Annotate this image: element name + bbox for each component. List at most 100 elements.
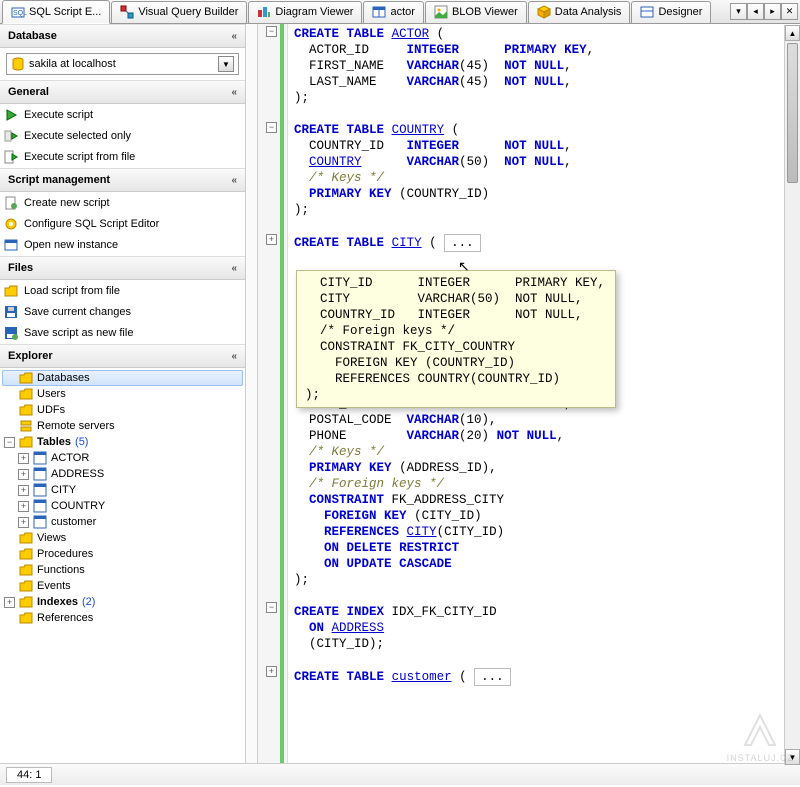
folder-icon: [19, 403, 33, 417]
expand-icon[interactable]: +: [18, 485, 29, 496]
chevron-down-icon[interactable]: ▼: [218, 56, 234, 72]
database-combo[interactable]: sakila at localhost ▼: [6, 53, 239, 75]
panel-files-head[interactable]: Files «: [0, 256, 245, 280]
fold-collapse-icon[interactable]: −: [266, 602, 277, 613]
collapse-icon[interactable]: «: [231, 31, 237, 42]
fold-collapse-icon[interactable]: −: [266, 122, 277, 133]
tab-visual-query-builder[interactable]: Visual Query Builder: [111, 1, 247, 23]
panel-explorer-head[interactable]: Explorer «: [0, 344, 245, 368]
create-new-script[interactable]: Create new script: [2, 194, 243, 212]
floppy-icon: [4, 305, 18, 319]
tree-table-city[interactable]: +CITY: [2, 482, 243, 498]
window-icon: [4, 238, 18, 252]
explorer-tree: Databases Users UDFs Remote servers −Tab…: [0, 368, 245, 628]
server-icon: [19, 419, 33, 433]
expand-icon[interactable]: +: [18, 453, 29, 464]
table-icon: [372, 5, 386, 19]
tree-table-customer[interactable]: +customer: [2, 514, 243, 530]
panel-database-head[interactable]: Database «: [0, 24, 245, 48]
svg-text:SQL: SQL: [13, 10, 27, 17]
database-combo-value: sakila at localhost: [29, 58, 116, 70]
fold-expand-icon[interactable]: +: [266, 666, 277, 677]
tab-designer[interactable]: Designer: [631, 1, 711, 23]
table-icon: [33, 499, 47, 513]
vertical-scrollbar[interactable]: ▲ ▼: [784, 25, 800, 765]
tab-label: Diagram Viewer: [275, 6, 353, 18]
folder-open-icon: [4, 284, 18, 298]
tree-table-country[interactable]: +COUNTRY: [2, 498, 243, 514]
database-icon: [11, 57, 25, 71]
tree-remote-servers[interactable]: Remote servers: [2, 418, 243, 434]
tree-table-address[interactable]: +ADDRESS: [2, 466, 243, 482]
play-file-icon: [4, 150, 18, 164]
floppy-new-icon: [4, 326, 18, 340]
collapse-icon[interactable]: «: [231, 175, 237, 186]
collapse-icon[interactable]: «: [231, 263, 237, 274]
diagram-icon: [257, 5, 271, 19]
table-icon: [33, 483, 47, 497]
tree-events[interactable]: Events: [2, 578, 243, 594]
tree-procedures[interactable]: Procedures: [2, 546, 243, 562]
tree-tables[interactable]: −Tables (5): [2, 434, 243, 450]
collapse-icon[interactable]: «: [231, 351, 237, 362]
tab-next-button[interactable]: ▸: [764, 3, 781, 20]
save-script-as-new-file[interactable]: Save script as new file: [2, 324, 243, 342]
save-current-changes[interactable]: Save current changes: [2, 303, 243, 321]
vqb-icon: [120, 5, 134, 19]
tab-label: SQL Script E...: [29, 6, 101, 18]
play-partial-icon: [4, 129, 18, 143]
sql-icon: SQL: [11, 5, 25, 19]
fold-collapse-icon[interactable]: −: [266, 26, 277, 37]
tree-views[interactable]: Views: [2, 530, 243, 546]
collapse-icon[interactable]: −: [4, 437, 15, 448]
gear-icon: [4, 217, 18, 231]
panel-general-head[interactable]: General «: [0, 80, 245, 104]
scroll-up-button[interactable]: ▲: [785, 25, 800, 41]
folder-icon: [19, 531, 33, 545]
tab-close-button[interactable]: ✕: [781, 3, 798, 20]
watermark: INSTALUJ.CZ: [727, 709, 794, 763]
cursor-position: 44: 1: [6, 767, 52, 783]
tab-actor[interactable]: actor: [363, 1, 423, 23]
tab-label: BLOB Viewer: [452, 6, 518, 18]
blob-icon: [434, 5, 448, 19]
tree-references[interactable]: References: [2, 610, 243, 626]
editor-gutter: − − + − +: [258, 24, 288, 763]
cube-icon: [537, 5, 551, 19]
tab-label: Data Analysis: [555, 6, 622, 18]
tab-label: actor: [390, 6, 414, 18]
panel-scriptmgmt-head[interactable]: Script management «: [0, 168, 245, 192]
tab-diagram-viewer[interactable]: Diagram Viewer: [248, 1, 362, 23]
tree-table-actor[interactable]: +ACTOR: [2, 450, 243, 466]
execute-script-from-file[interactable]: Execute script from file: [2, 148, 243, 166]
fold-expand-icon[interactable]: +: [266, 234, 277, 245]
tree-users[interactable]: Users: [2, 386, 243, 402]
tree-databases[interactable]: Databases: [2, 370, 243, 386]
tab-prev-button[interactable]: ◂: [747, 3, 764, 20]
execute-selected-only[interactable]: Execute selected only: [2, 127, 243, 145]
execute-script[interactable]: Execute script: [2, 106, 243, 124]
folder-icon: [19, 435, 33, 449]
editor-ruler: [246, 24, 258, 763]
folder-icon: [19, 579, 33, 593]
tree-udfs[interactable]: UDFs: [2, 402, 243, 418]
tab-blob-viewer[interactable]: BLOB Viewer: [425, 1, 527, 23]
new-script-icon: [4, 196, 18, 210]
tab-sql-script-editor[interactable]: SQL SQL Script E...: [2, 0, 110, 24]
expand-icon[interactable]: +: [18, 501, 29, 512]
panel-title: Database: [8, 30, 57, 42]
tree-functions[interactable]: Functions: [2, 562, 243, 578]
expand-icon[interactable]: +: [18, 469, 29, 480]
collapse-icon[interactable]: «: [231, 87, 237, 98]
table-icon: [33, 467, 47, 481]
scroll-thumb[interactable]: [787, 43, 798, 183]
expand-icon[interactable]: +: [4, 597, 15, 608]
configure-sql-script-editor[interactable]: Configure SQL Script Editor: [2, 215, 243, 233]
cursor-icon: ↖: [458, 258, 470, 275]
tree-indexes[interactable]: +Indexes (2): [2, 594, 243, 610]
tab-data-analysis[interactable]: Data Analysis: [528, 1, 631, 23]
expand-icon[interactable]: +: [18, 517, 29, 528]
tab-dropdown-button[interactable]: ▾: [730, 3, 747, 20]
load-script-from-file[interactable]: Load script from file: [2, 282, 243, 300]
open-new-instance[interactable]: Open new instance: [2, 236, 243, 254]
